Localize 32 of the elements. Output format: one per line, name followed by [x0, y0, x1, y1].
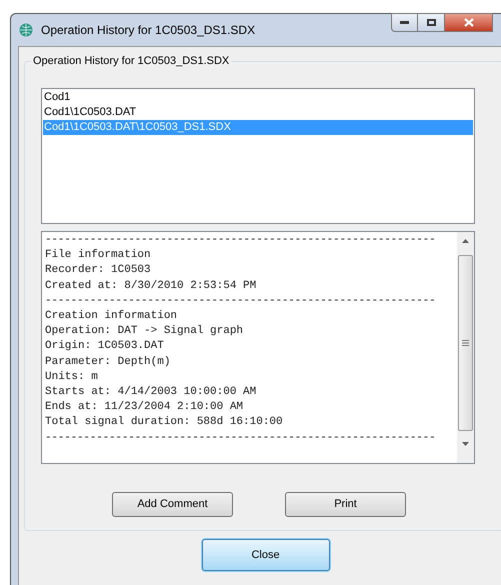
- dashed-separator-text: -------------------------------------------------------------: [45, 430, 436, 446]
- detail-line: Operation: DAT -> Signal graph: [45, 324, 244, 340]
- close-button[interactable]: Close: [202, 539, 330, 571]
- window-title: Operation History for 1C0503_DS1.SDX: [41, 22, 256, 39]
- detail-line: Ends at: 11/23/2004 2:10:00 AM: [45, 400, 244, 416]
- close-window-button[interactable]: [445, 13, 493, 32]
- detail-line: Recorder: 1C0503: [45, 263, 151, 278]
- minimize-button[interactable]: [391, 13, 418, 32]
- detail-line: Starts at: 4/14/2003 10:00:00 AM: [45, 385, 256, 400]
- dashed-separator-text: -------------------------------------------------------------: [45, 294, 436, 309]
- detail-line: Units: m: [45, 370, 98, 385]
- details-text-area[interactable]: [41, 231, 475, 464]
- detail-line: Parameter: Depth(m): [45, 354, 170, 370]
- detail-line: Total signal duration: 588d 16:10:00: [45, 415, 283, 430]
- maximize-button[interactable]: [418, 13, 445, 32]
- detail-line: Created at: 8/30/2010 2:53:54 PM: [45, 278, 256, 294]
- group-title: Operation History for 1C0503_DS1.SDX: [31, 53, 232, 69]
- scrollbar-thumb[interactable]: [458, 255, 473, 431]
- dialog-button[interactable]: Add Comment: [112, 492, 233, 517]
- detail-line: Creation information: [45, 309, 178, 324]
- scroll-up-icon: [462, 239, 469, 243]
- app-globe-icon: [19, 23, 33, 37]
- detail-line: File information: [45, 248, 151, 264]
- scroll-down-icon: [462, 442, 469, 446]
- vertical-scrollbar[interactable]: [457, 232, 474, 463]
- dialog-button[interactable]: Print: [285, 492, 406, 517]
- close-icon: [464, 18, 474, 27]
- dashed-separator-text: -------------------------------------------------------------: [45, 233, 436, 248]
- list-item[interactable]: Cod1: [43, 90, 473, 105]
- detail-line: Origin: 1C0503.DAT: [45, 339, 164, 354]
- grip-icon: [462, 340, 469, 346]
- list-item[interactable]: Cod1\1C0503.DAT: [43, 105, 473, 120]
